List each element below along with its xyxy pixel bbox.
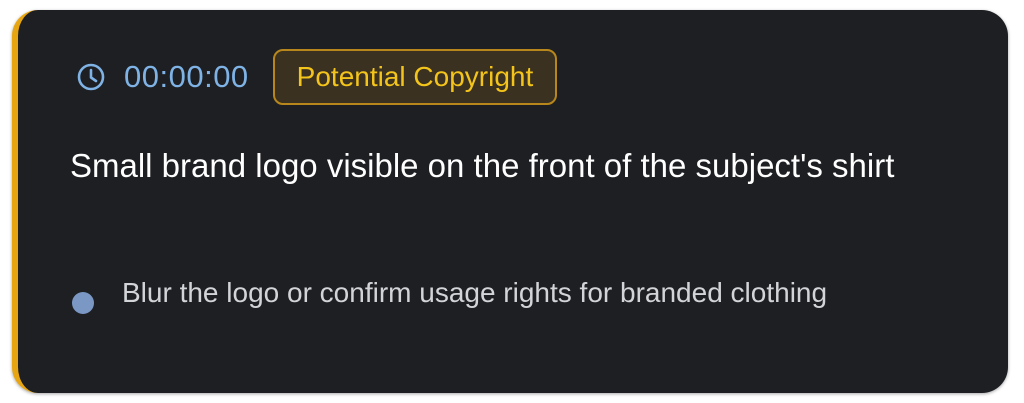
timestamp-link[interactable]: 00:00:00	[124, 59, 249, 95]
recommendation-item: Blur the logo or confirm usage rights fo…	[72, 272, 932, 314]
copyright-issue-card[interactable]: 00:00:00 Potential Copyright Small brand…	[12, 10, 1008, 393]
recommendation-text: Blur the logo or confirm usage rights fo…	[122, 277, 828, 308]
clock-icon	[74, 60, 108, 94]
card-header: 00:00:00 Potential Copyright	[74, 48, 558, 106]
category-badge: Potential Copyright	[272, 49, 558, 105]
bullet-icon	[72, 292, 94, 314]
issue-title: Small brand logo visible on the front of…	[70, 147, 895, 184]
